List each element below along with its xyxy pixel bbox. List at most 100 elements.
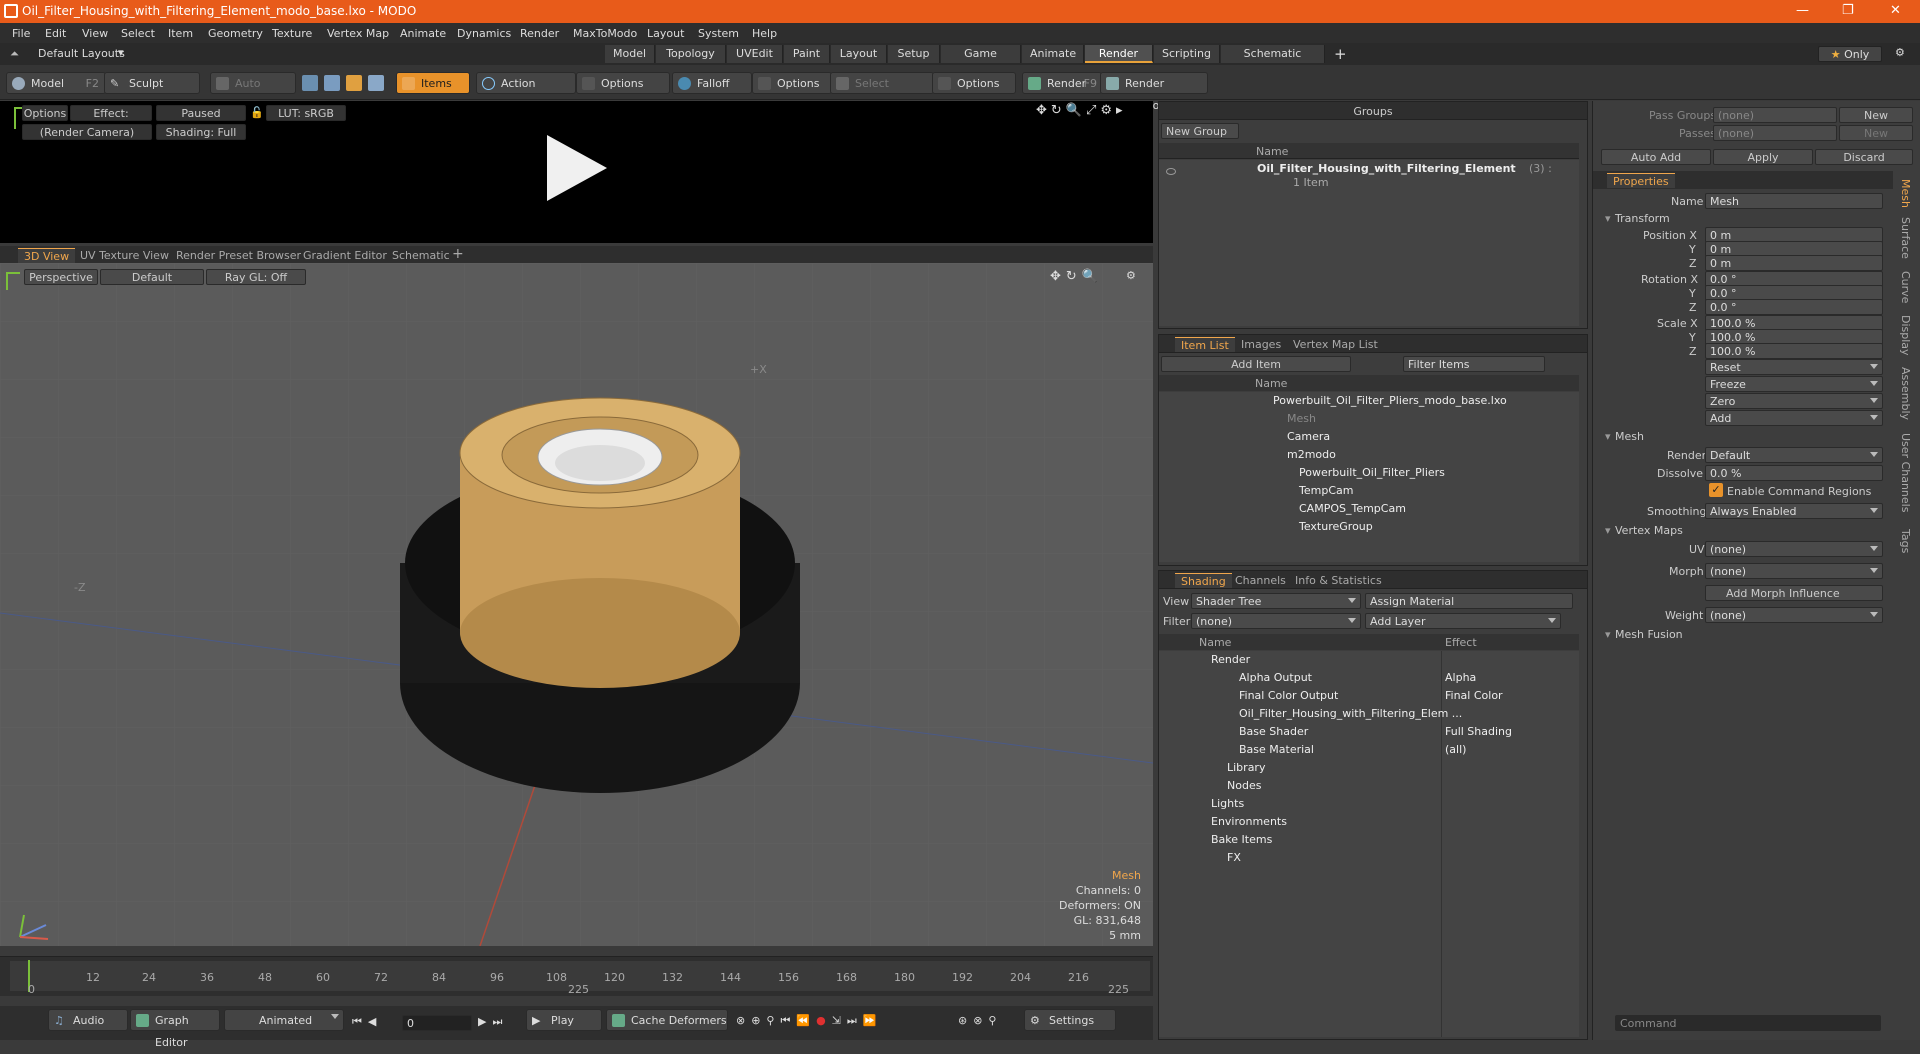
side-tab-curve[interactable]: Curve: [1899, 271, 1912, 303]
polygons-icon[interactable]: [346, 75, 362, 91]
scale-z-field[interactable]: 100.0 %: [1705, 343, 1883, 359]
tab-item-list[interactable]: Item List: [1175, 337, 1235, 352]
select-options[interactable]: Options: [932, 72, 1016, 94]
cache-deformers-button[interactable]: Cache Deformers: [606, 1009, 728, 1031]
tab-images[interactable]: Images: [1235, 337, 1287, 352]
shader-row[interactable]: Environments: [1211, 815, 1287, 828]
freeze-dropdown[interactable]: Freeze: [1705, 376, 1883, 392]
tab-render-preset-browser[interactable]: Render Preset Browser: [170, 248, 307, 263]
chevron-down-icon[interactable]: ▾: [118, 46, 124, 59]
default-layouts-dropdown[interactable]: Default Layouts: [38, 47, 125, 60]
command-input[interactable]: Command: [1615, 1015, 1881, 1031]
menu-file[interactable]: File: [12, 27, 30, 40]
add-item-button[interactable]: Add Item: [1161, 356, 1351, 372]
shading-style-dropdown[interactable]: Default: [100, 269, 204, 285]
new-group-button[interactable]: New Group: [1161, 123, 1239, 139]
menu-item[interactable]: Item: [168, 27, 193, 40]
shader-row[interactable]: Base Shader: [1239, 725, 1308, 738]
view-dropdown[interactable]: Shader Tree: [1191, 593, 1361, 609]
tab-channels[interactable]: Channels: [1229, 573, 1292, 588]
visibility-eye-icon[interactable]: [1166, 168, 1176, 175]
shader-row[interactable]: Library: [1227, 761, 1265, 774]
shader-row[interactable]: Oil_Filter_Housing_with_Filtering_Elem .…: [1239, 707, 1462, 720]
weight-dropdown[interactable]: (none): [1705, 607, 1883, 623]
tab-setup[interactable]: Setup: [888, 45, 940, 63]
record-controls[interactable]: ⊛⊗⚲: [958, 1014, 1003, 1027]
shader-row[interactable]: Alpha Output: [1239, 671, 1312, 684]
mesh-section[interactable]: Mesh: [1601, 429, 1897, 445]
tab-3d-view[interactable]: 3D View: [18, 248, 76, 263]
preview-view-controls[interactable]: ✥↻🔍⤢⚙▸: [1036, 103, 1127, 118]
action-center-options[interactable]: Options: [576, 72, 670, 94]
tab-render[interactable]: Render: [1085, 45, 1153, 63]
shader-row[interactable]: Bake Items: [1211, 833, 1272, 846]
shader-row[interactable]: FX: [1227, 851, 1241, 864]
tab-properties[interactable]: Properties: [1607, 173, 1675, 188]
shading-dropdown[interactable]: Shading: Full: [156, 124, 246, 140]
rotation-z-field[interactable]: 0.0 °: [1705, 299, 1883, 315]
preview-options-button[interactable]: Options: [22, 105, 68, 121]
menu-dynamics[interactable]: Dynamics: [457, 27, 511, 40]
tab-layout[interactable]: Layout: [831, 45, 887, 63]
tab-scripting[interactable]: Scripting: [1154, 45, 1220, 63]
oil-filter-model[interactable]: [390, 383, 810, 823]
render-camera-dropdown[interactable]: (Render Camera): [22, 124, 152, 140]
reset-dropdown[interactable]: Reset: [1705, 359, 1883, 375]
add-layer-dropdown[interactable]: Add Layer: [1365, 613, 1561, 629]
render-dropdown[interactable]: Default: [1705, 447, 1883, 463]
tab-uvedit[interactable]: UVEdit: [727, 45, 783, 63]
list-item[interactable]: TextureGroup: [1299, 520, 1373, 533]
falloff-options[interactable]: Options: [752, 72, 832, 94]
shader-row[interactable]: Render: [1211, 653, 1250, 666]
pass-groups-dropdown[interactable]: (none): [1713, 107, 1837, 123]
tab-uv-texture-view[interactable]: UV Texture View: [74, 248, 175, 263]
vertices-icon[interactable]: [302, 75, 318, 91]
list-item[interactable]: TempCam: [1299, 484, 1353, 497]
gear-icon[interactable]: ⚙: [1895, 46, 1905, 59]
render-button[interactable]: Render F9: [1022, 72, 1102, 94]
list-item[interactable]: Powerbuilt_Oil_Filter_Pliers_modo_base.l…: [1273, 394, 1507, 407]
raygl-dropdown[interactable]: Ray GL: Off: [206, 269, 306, 285]
list-item[interactable]: Powerbuilt_Oil_Filter_Pliers: [1299, 466, 1445, 479]
add-dropdown[interactable]: Add: [1705, 410, 1883, 426]
group-item-name[interactable]: Oil_Filter_Housing_with_Filtering_Elemen…: [1257, 162, 1516, 175]
select-through-button[interactable]: Select Through: [830, 72, 934, 112]
shader-row[interactable]: Final Color Output: [1239, 689, 1338, 702]
transform-section[interactable]: Transform: [1601, 211, 1897, 227]
morph-dropdown[interactable]: (none): [1705, 563, 1883, 579]
tab-model[interactable]: Model: [605, 45, 655, 63]
play-preview-icon[interactable]: [545, 133, 609, 203]
add-view-tab-icon[interactable]: +: [452, 246, 464, 262]
shader-row[interactable]: Nodes: [1227, 779, 1261, 792]
perspective-dropdown[interactable]: Perspective: [24, 269, 98, 285]
menu-texture[interactable]: Texture: [272, 27, 312, 40]
menu-layout[interactable]: Layout: [647, 27, 684, 40]
filter-items-input[interactable]: Filter Items: [1403, 356, 1545, 372]
tab-gradient-editor[interactable]: Gradient Editor: [297, 248, 393, 263]
menu-animate[interactable]: Animate: [400, 27, 446, 40]
only-toggle[interactable]: ★ Only: [1818, 46, 1882, 62]
list-item[interactable]: CAMPOS_TempCam: [1299, 502, 1406, 515]
falloff-button[interactable]: Falloff: [672, 72, 752, 94]
tab-schematic[interactable]: Schematic: [386, 248, 456, 263]
timeline[interactable]: 12 24 36 48 60 72 84 96 108 120 132 144 …: [0, 956, 1153, 996]
tab-game-tools[interactable]: Game Tools: [941, 45, 1021, 78]
lut-dropdown[interactable]: LUT: sRGB: [266, 105, 346, 121]
side-tab-mesh[interactable]: Mesh: [1899, 179, 1912, 208]
effect-dropdown[interactable]: Effect: (Shadi...: [70, 105, 152, 136]
model-mode-button[interactable]: Model F2: [6, 72, 106, 94]
side-tab-assembly[interactable]: Assembly: [1899, 367, 1912, 420]
lock-icon[interactable]: 🔓: [250, 106, 264, 119]
mesh-fusion-section[interactable]: Mesh Fusion: [1601, 627, 1897, 643]
items-mode-button[interactable]: Items: [396, 72, 470, 94]
add-morph-influence-button[interactable]: Add Morph Influence: [1705, 585, 1883, 601]
step-back-controls[interactable]: ⏮◀: [352, 1015, 382, 1029]
side-tab-user-channels[interactable]: User Channels: [1899, 433, 1912, 512]
zero-dropdown[interactable]: Zero: [1705, 393, 1883, 409]
tab-info-statistics[interactable]: Info & Statistics: [1289, 573, 1388, 588]
edges-icon[interactable]: [324, 75, 340, 91]
minimize-icon[interactable]: —: [1796, 3, 1809, 18]
render-window-button[interactable]: Render Window: [1100, 72, 1208, 112]
menu-vertex-map[interactable]: Vertex Map: [327, 27, 389, 40]
viewport-3d[interactable]: Perspective Default Ray GL: Off ✥↻🔍 ⚙ +X…: [0, 263, 1153, 946]
